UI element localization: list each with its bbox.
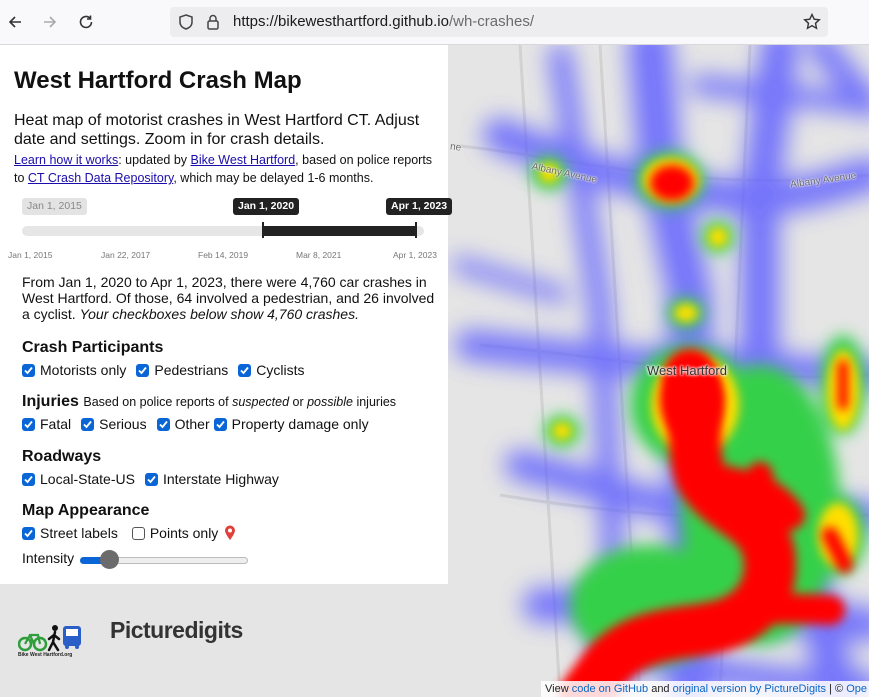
points-only-checkbox[interactable] [131,526,145,540]
note-part: Based on police reports of [83,395,233,409]
intensity-slider-thumb[interactable] [100,550,119,569]
check-icon [138,366,148,374]
check-icon [147,475,156,483]
street-labels-checkbox[interactable] [22,526,35,540]
cyclists-checkbox[interactable] [238,363,252,377]
date-range-slider[interactable]: Jan 1, 2015 Jan 1, 2020 Apr 1, 2023 Jan … [0,195,453,265]
points-only-label[interactable]: Points only [150,525,218,541]
motorists-checkbox[interactable] [22,363,35,377]
property-damage-label[interactable]: Property damage only [232,416,369,432]
motorists-label[interactable]: Motorists only [40,362,126,378]
credits-part: : updated by [118,153,191,167]
browser-toolbar: https://bikewesthartford.github.io/wh-cr… [0,0,869,45]
check-icon [215,420,225,428]
property-damage-checkbox[interactable] [213,417,227,431]
bike-west-hartford-logo-text: Bike West Hartford.org [18,652,73,658]
url-bar[interactable]: https://bikewesthartford.github.io/wh-cr… [170,7,828,37]
slider-tick: Jan 1, 2015 [8,250,53,260]
summary-note: Your checkboxes below show 4,760 crashes… [79,306,359,322]
injuries-note: Based on police reports of suspected or … [83,395,396,409]
town-label: West Hartford [647,363,727,378]
participants-row: Motorists only Pedestrians Cyclists [22,362,305,378]
forward-button[interactable] [38,10,62,34]
original-version-link[interactable]: original version by PictureDigits [673,683,826,695]
slider-tick: Apr 1, 2023 [393,250,437,260]
check-icon [24,529,33,537]
interstate-label[interactable]: Interstate Highway [163,471,279,487]
participants-heading: Crash Participants [22,339,164,356]
map-attribution: View code on GitHub and original version… [541,681,869,697]
street-labels-label[interactable]: Street labels [40,525,118,541]
url-host: https://bikewesthartford.github.io [233,13,449,30]
injuries-row: Fatal Serious Other Property damage only [22,416,369,432]
pedestrians-checkbox[interactable] [136,363,150,377]
page-title: West Hartford Crash Map [14,67,302,94]
injuries-title: Injuries [22,393,79,410]
reload-icon [79,15,93,29]
note-part: or [289,395,308,409]
street-label-fragment: ne [449,141,462,154]
local-state-us-label[interactable]: Local-State-US [40,471,135,487]
shield-icon[interactable] [177,13,195,31]
other-label[interactable]: Other [175,416,210,432]
arrow-right-icon [44,16,57,28]
slider-tick: Jan 22, 2017 [101,250,151,260]
check-icon [83,420,92,428]
check-icon [240,366,249,374]
slider-tick: Mar 8, 2021 [296,250,342,260]
openstreetmap-link[interactable]: Ope [846,683,867,695]
check-icon [158,420,168,428]
control-panel: West Hartford Crash Map Heat map of moto… [0,45,453,584]
reload-button[interactable] [74,10,98,34]
pedestrians-label[interactable]: Pedestrians [154,362,228,378]
slider-tick: Feb 14, 2019 [198,250,249,260]
slider-end-label: Apr 1, 2023 [386,198,453,215]
attrib-part: View [545,683,572,695]
appearance-row: Street labels Points only [22,525,236,541]
local-state-us-checkbox[interactable] [22,472,35,486]
fatal-label[interactable]: Fatal [40,416,71,432]
url-text[interactable]: https://bikewesthartford.github.io/wh-cr… [233,13,534,30]
fatal-checkbox[interactable] [22,417,35,431]
credits-part: , which may be delayed 1-6 months. [173,171,374,185]
note-part: injuries [352,395,397,409]
back-button[interactable] [3,10,27,34]
credits-text: Learn how it works: updated by Bike West… [14,151,444,187]
github-code-link[interactable]: code on GitHub [572,683,648,695]
bike-west-hartford-link[interactable]: Bike West Hartford [191,153,296,167]
intensity-label: Intensity [22,550,75,566]
cyclists-label[interactable]: Cyclists [256,362,304,378]
appearance-heading: Map Appearance [22,502,150,519]
check-icon [24,420,33,428]
slider-min-label: Jan 1, 2015 [22,198,87,215]
injuries-heading: Injuries Based on police reports of susp… [22,393,396,411]
note-part: suspected [232,395,290,409]
slider-start-handle[interactable] [262,222,264,238]
serious-checkbox[interactable] [81,417,95,431]
crash-summary: From Jan 1, 2020 to Apr 1, 2023, there w… [22,274,437,322]
learn-link[interactable]: Learn how it works [14,153,118,167]
lock-icon[interactable] [205,13,221,31]
url-path: /wh-crashes/ [448,13,534,30]
crash-repository-link[interactable]: CT Crash Data Repository [28,171,173,185]
attrib-part: and [648,683,673,695]
interstate-checkbox[interactable] [144,472,158,486]
map-pin-icon [225,525,236,540]
check-icon [24,475,33,483]
other-checkbox[interactable] [156,417,170,431]
attrib-part: | © [826,683,847,695]
page-subtitle: Heat map of motorist crashes in West Har… [14,112,420,148]
roadways-row: Local-State-US Interstate Highway [22,471,279,487]
roadways-heading: Roadways [22,448,102,465]
slider-end-handle[interactable] [415,222,417,238]
bookmark-star-icon[interactable] [802,12,822,32]
note-part: possible [307,395,353,409]
serious-label[interactable]: Serious [99,416,146,432]
slider-selected-range[interactable] [263,226,416,236]
picturedigits-logo[interactable]: Picturedigits [110,617,243,644]
check-icon [24,366,33,374]
arrow-left-icon [8,16,21,28]
slider-start-label: Jan 1, 2020 [233,198,300,215]
